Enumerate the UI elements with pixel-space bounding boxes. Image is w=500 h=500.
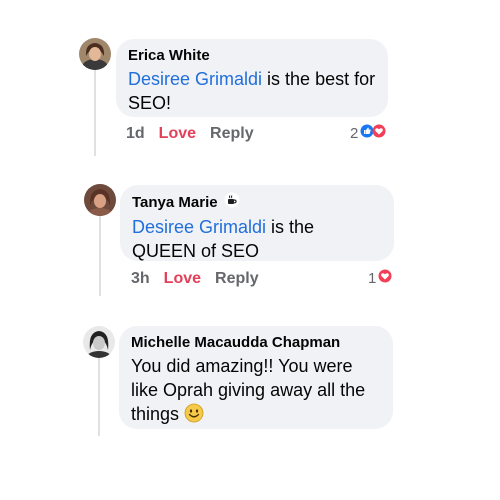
- avatar[interactable]: [83, 326, 115, 358]
- love-icon: [378, 269, 392, 287]
- smiley-emoji-icon: [184, 403, 204, 429]
- comment-author-name: Tanya Marie: [132, 194, 218, 211]
- comment-actions: 3h Love Reply: [131, 270, 273, 288]
- comment-author[interactable]: Tanya Marie: [132, 192, 382, 213]
- comment-time[interactable]: 3h: [131, 270, 150, 288]
- mention-link[interactable]: Desiree Grimaldi: [132, 217, 266, 237]
- comment-text: You did amazing!! You were like Oprah gi…: [131, 354, 381, 429]
- reaction-summary[interactable]: 2: [350, 124, 386, 142]
- reaction-summary[interactable]: 1: [368, 269, 392, 287]
- comment-author[interactable]: Michelle Macaudda Chapman: [131, 333, 381, 352]
- comment-time[interactable]: 1d: [126, 125, 145, 143]
- reaction-count: 2: [350, 124, 359, 142]
- love-button[interactable]: Love: [159, 125, 196, 143]
- thread-line: [98, 358, 100, 436]
- comment-bubble: Erica White Desiree Grimaldi is the best…: [116, 39, 388, 117]
- comment-bubble: Tanya Marie Desiree Grimaldi is the QUEE…: [120, 185, 394, 261]
- comment-text: Desiree Grimaldi is the QUEEN of SEO: [132, 215, 382, 263]
- coffee-cup-icon: [224, 192, 240, 213]
- reaction-count: 1: [368, 269, 377, 287]
- comment-text-body: You did amazing!! You were like Oprah gi…: [131, 356, 366, 424]
- reply-button[interactable]: Reply: [210, 125, 254, 143]
- comment-bubble: Michelle Macaudda Chapman You did amazin…: [119, 326, 393, 429]
- reply-button[interactable]: Reply: [215, 270, 259, 288]
- love-icon: [372, 124, 386, 142]
- comment-text: Desiree Grimaldi is the best for SEO!: [128, 67, 376, 115]
- mention-link[interactable]: Desiree Grimaldi: [128, 69, 262, 89]
- avatar[interactable]: [84, 184, 116, 216]
- thread-line: [94, 70, 96, 156]
- love-button[interactable]: Love: [164, 270, 201, 288]
- avatar[interactable]: [79, 38, 111, 70]
- comment-actions: 1d Love Reply: [126, 125, 268, 143]
- comment-author[interactable]: Erica White: [128, 46, 376, 65]
- thread-line: [99, 216, 101, 296]
